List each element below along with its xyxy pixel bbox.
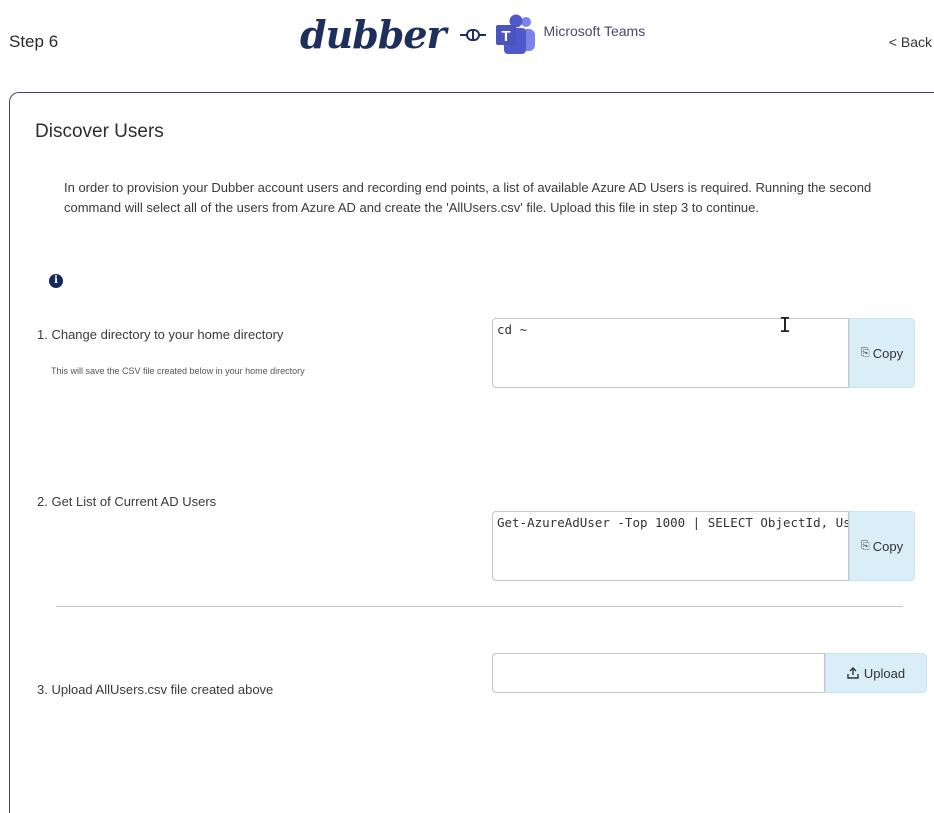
teams-logo-icon: T <box>495 14 535 54</box>
step-title: Step 6 <box>9 32 59 51</box>
info-icon[interactable]: i <box>49 274 63 288</box>
command-box-2[interactable]: Get-AzureAdUser -Top 1000 | SELECT Objec… <box>492 511 849 581</box>
step-1-label: 1. Change directory to your home directo… <box>37 327 284 342</box>
step-3-label: 3. Upload AllUsers.csv file created abov… <box>37 682 274 697</box>
integration-logos: dubber T Microsoft Teams <box>300 10 645 60</box>
step-2-label: 2. Get List of Current AD Users <box>37 494 217 509</box>
svg-text:T: T <box>501 28 510 45</box>
card-description: In order to provision your Dubber accoun… <box>64 180 872 215</box>
command-box-1[interactable]: cd ~ <box>492 318 849 388</box>
upload-button[interactable]: Upload <box>825 653 927 693</box>
copy-button-label: Copy <box>872 538 904 554</box>
copy-button-1[interactable]: ⎘ Copy <box>849 318 915 388</box>
top-bar: Step 6 dubber T Microsoft Teams < Back <box>0 0 934 88</box>
step-1-sublabel: This will save the CSV file created belo… <box>51 366 305 376</box>
copy-icon: ⎘ <box>860 539 870 552</box>
partner-name: Microsoft Teams <box>543 23 646 39</box>
discover-users-card: Discover Users In order to provision you… <box>9 92 934 813</box>
dubber-logo: dubber <box>300 12 447 57</box>
section-divider <box>56 606 903 607</box>
card-title: Discover Users <box>35 121 164 142</box>
copy-icon: ⎘ <box>860 346 870 359</box>
copy-button-2[interactable]: ⎘ Copy <box>849 511 915 581</box>
upload-file-field[interactable] <box>492 653 825 693</box>
text-cursor-icon: I <box>779 313 792 337</box>
upload-button-label: Upload <box>863 665 906 681</box>
upload-icon <box>847 667 859 679</box>
copy-button-label: Copy <box>872 345 904 361</box>
back-link[interactable]: < Back <box>889 34 932 50</box>
link-icon <box>459 29 486 41</box>
